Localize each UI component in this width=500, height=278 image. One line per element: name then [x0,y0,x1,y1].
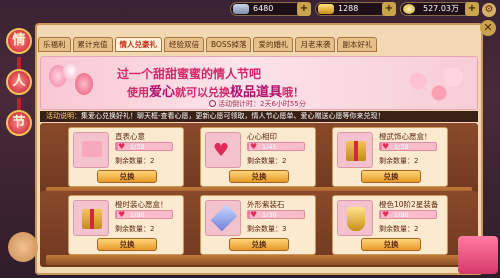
exchange-item-card: 橙时装心愿盒！ ♥ 1/90 剩余数量：2 兑换 [68,195,184,255]
gift-pile-decor [458,236,498,274]
remaining-count: 剩余数量：3 [247,225,287,233]
exchange-button[interactable]: 兑换 [361,170,421,183]
item-name: 橙色10阶2星装备 [379,200,439,209]
item-shelf: 直表心意 ♥ 1/38 剩余数量：2 兑换 ♥ 心心相印 ♥ 1/45 剩余数量：2… [40,123,478,199]
tab-matchmaker[interactable]: 月老来袭 [295,37,336,52]
event-banner: 过一个甜甜蜜蜜的情人节吧 使用爱心就可以兑换极品道具哦！ 活动倒计时：2天6小时… [40,56,478,110]
valentine-side-banner: 情 人 节 [4,28,34,139]
add-coin-button[interactable]: + [297,2,311,16]
coin-counter: 6480 + [230,2,311,16]
cherry-blossom-decor [397,65,467,105]
gold-ingot-icon [318,4,334,14]
heart-icon: ♥ [250,210,258,219]
gold-counter: 1288 + [315,2,396,16]
item-name: 心心相印 [247,132,277,141]
remaining-count: 剩余数量：2 [379,157,419,165]
coin-icon [233,4,249,14]
item-thumbnail[interactable] [73,200,109,236]
armor-icon [347,207,365,231]
banner-headline: 过一个甜甜蜜蜜的情人节吧 [117,67,262,81]
gift-box-icon [346,141,366,161]
exchange-item-card: 外形紫装石 ♥ 1/30 剩余数量：3 兑换 [200,195,316,255]
heart-cost-bar: ♥ 1/90 [379,210,437,219]
exchange-button[interactable]: 兑换 [229,238,289,251]
heart-pendant-icon: ♥ [213,140,230,161]
heart-icon: ♥ [250,142,258,151]
heart-cost-bar: ♥ 1/38 [115,142,173,151]
heart-icon: ♥ [382,210,390,219]
crystal-icon [210,204,238,232]
silver-coin-icon [403,4,415,14]
item-thumbnail[interactable]: ♥ [205,132,241,168]
item-thumbnail[interactable] [205,200,241,236]
tab-dungeon-gifts[interactable]: 副本好礼 [337,37,378,52]
item-name: 外形紫装石 [247,200,285,209]
tassel-decor [17,57,21,69]
gift-box-icon [82,209,102,229]
heart-cost-bar: ♥ 1/30 [247,210,305,219]
remaining-count: 剩余数量：2 [115,157,155,165]
add-silver-button[interactable]: + [465,2,479,16]
balloon-decor [75,73,93,95]
exchange-button[interactable]: 兑换 [97,170,157,183]
item-thumbnail[interactable] [337,200,373,236]
exchange-item-card: 橙武饰心愿盒！ ♥ 1/38 剩余数量：2 兑换 [332,127,448,187]
item-name: 直表心意 [115,132,145,141]
event-countdown: 活动倒计时：2天6小时55分 [209,99,306,109]
teddy-bear-decor [8,232,38,262]
tab-cumulative-recharge[interactable]: 累计充值 [72,37,113,52]
heart-cost-bar: ♥ 1/45 [247,142,305,151]
item-name: 橙时装心愿盒！ [115,200,168,209]
remaining-count: 剩余数量：2 [247,157,287,165]
tab-valentine-exchange[interactable]: 情人兑豪礼 [114,37,162,52]
exchange-item-card: ♥ 心心相印 ♥ 1/45 剩余数量：2 兑换 [200,127,316,187]
gold-value: 1288 [338,4,359,13]
heart-icon: ♥ [118,142,126,151]
tab-double-exp[interactable]: 经验双倍 [164,37,204,52]
banner-subline: 使用爱心就可以兑换极品道具哦！ [127,85,305,100]
exchange-button[interactable]: 兑换 [97,238,157,251]
love-letter-icon [82,141,102,157]
item-thumbnail[interactable] [337,132,373,168]
close-icon[interactable]: ✕ [480,20,496,36]
description-text: 集爱心兑换好礼！聊天框-查看心愿，更新心愿可领取，情人节心愿单、爱心赠送心愿等你… [81,112,385,120]
remaining-count: 剩余数量：2 [115,225,155,233]
exchange-button[interactable]: 兑换 [361,238,421,251]
activity-tabs: 乐福利 累计充值 情人兑豪礼 经验双倍 BOSS掉落 爱的婚礼 月老来袭 副本好… [38,37,378,53]
side-banner-char: 人 [6,69,32,95]
shelf-plank [46,255,472,265]
heart-icon: ♥ [118,210,126,219]
heart-cost-bar: ♥ 1/38 [379,142,437,151]
item-name: 橙武饰心愿盒！ [379,132,432,141]
item-thumbnail[interactable] [73,132,109,168]
side-banner-char: 节 [6,110,32,136]
remaining-count: 剩余数量：2 [379,225,419,233]
silver-value: 527.03万 [423,4,459,13]
tab-welfare[interactable]: 乐福利 [38,37,71,52]
gear-icon[interactable]: ⚙ [482,3,496,17]
tassel-decor [17,98,21,110]
resource-bar: 6480 + 1288 + 527.03万 + ⚙ [150,2,500,18]
exchange-item-card: 直表心意 ♥ 1/38 剩余数量：2 兑换 [68,127,184,187]
silver-counter: 527.03万 + [400,2,479,16]
tab-boss-drop[interactable]: BOSS掉落 [206,37,252,52]
event-description: 活动说明：集爱心兑换好礼！聊天框-查看心愿，更新心愿可领取，情人节心愿单、爱心赠… [40,111,478,122]
side-banner-char: 情 [6,28,32,54]
coin-value: 6480 [253,4,274,13]
add-gold-button[interactable]: + [382,2,396,16]
exchange-item-card: 橙色10阶2星装备 ♥ 1/90 剩余数量：2 兑换 [332,195,448,255]
exchange-button[interactable]: 兑换 [229,170,289,183]
description-label: 活动说明： [46,112,81,120]
heart-cost-bar: ♥ 1/90 [115,210,173,219]
tab-wedding[interactable]: 爱的婚礼 [253,37,294,52]
heart-icon: ♥ [382,142,390,151]
clock-icon [209,100,216,107]
item-shelf: 橙时装心愿盒！ ♥ 1/90 剩余数量：2 兑换 外形紫装石 ♥ 1/30 剩余数量… [40,191,478,267]
